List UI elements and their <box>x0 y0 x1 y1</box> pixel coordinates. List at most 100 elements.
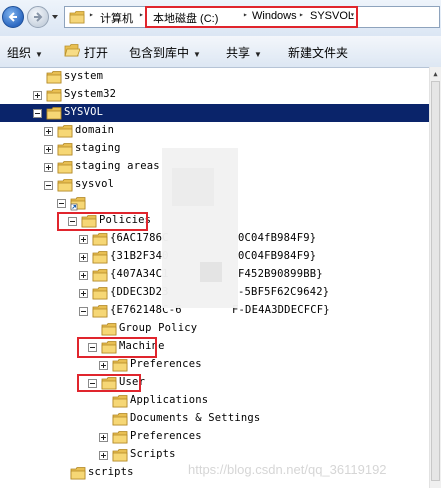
tree-item-label: SYSVOL <box>64 106 104 118</box>
tree-item-label: Group Policy <box>119 322 198 334</box>
blurred-region <box>200 262 222 282</box>
tree-item-label: Scripts <box>130 448 176 460</box>
folder-icon <box>92 251 108 264</box>
address-bar-area: ▸ 计算机 ▸ 本地磁盘 (C:) ▸ Windows ▸ SYSVOL ▾ <box>0 0 441 36</box>
chevron-down-icon: ▼ <box>254 50 262 59</box>
tree-item-label: sysvol <box>75 178 115 190</box>
chevron-down-icon: ▼ <box>193 50 201 59</box>
folder-icon <box>112 449 128 462</box>
watermark-text: https://blog.csdn.net/qq_36119192 <box>188 462 387 477</box>
tree-row[interactable]: Group Policy <box>0 320 429 338</box>
open-folder-icon[interactable] <box>64 43 80 58</box>
tree-item-label: system <box>64 70 104 82</box>
recent-pages-dropdown-icon[interactable] <box>51 13 59 21</box>
scroll-up-icon[interactable]: ▲ <box>430 68 441 80</box>
forward-button[interactable] <box>27 6 49 28</box>
tree-row[interactable]: Documents & Settings <box>0 410 429 428</box>
folder-icon <box>46 107 62 120</box>
forward-arrow-icon <box>34 12 43 22</box>
tree-row[interactable]: Preferences <box>0 428 429 446</box>
tree-item-label: Applications <box>130 394 209 406</box>
tree-row[interactable]: domain <box>0 122 429 140</box>
blurred-region <box>172 168 214 206</box>
folder-icon <box>57 179 73 192</box>
tree-item-label: staging areas <box>75 160 160 172</box>
share-menu[interactable]: 共享 ▼ <box>226 44 262 61</box>
tree-item-label-suffix: 0C04fB984F9} <box>238 232 317 244</box>
command-bar: 组织 ▼ 打开 包含到库中 ▼ 共享 ▼ 新建文件夹 <box>0 36 441 68</box>
folder-icon <box>70 467 86 480</box>
expand-icon[interactable] <box>79 253 88 262</box>
scrollbar-thumb[interactable] <box>431 81 440 481</box>
expand-icon[interactable] <box>99 433 108 442</box>
tree-item-label-suffix: F-DE4A3DDECFCF} <box>232 304 330 316</box>
organize-label: 组织 <box>7 46 32 60</box>
breadcrumb-computer[interactable]: 计算机 <box>100 10 133 26</box>
folder-icon <box>112 359 128 372</box>
tree-row[interactable]: Preferences <box>0 356 429 374</box>
tree-row[interactable]: User <box>0 374 429 392</box>
expand-icon[interactable] <box>99 451 108 460</box>
shortcut-folder-icon <box>70 197 86 211</box>
tree-item-label: {6AC1786C <box>110 232 169 244</box>
folder-icon <box>101 323 117 336</box>
folder-icon <box>92 269 108 282</box>
folder-icon <box>46 71 62 84</box>
tree-item-label: System32 <box>64 88 117 100</box>
tree-item-label: domain <box>75 124 115 136</box>
tree-item-label: {31B2F340 <box>110 250 169 262</box>
open-button[interactable]: 打开 <box>84 44 108 61</box>
annotation-highlight-user <box>77 374 141 392</box>
folder-icon <box>92 233 108 246</box>
tree-item-label: Preferences <box>130 430 202 442</box>
expand-icon[interactable] <box>44 145 53 154</box>
vertical-scrollbar[interactable]: ▲ <box>429 67 441 488</box>
folder-icon <box>57 125 73 138</box>
tree-row[interactable]: Applications <box>0 392 429 410</box>
folder-icon <box>69 11 85 24</box>
collapse-icon[interactable] <box>57 199 66 208</box>
tree-row[interactable]: System32 <box>0 86 429 104</box>
new-folder-button[interactable]: 新建文件夹 <box>288 44 348 61</box>
expand-icon[interactable] <box>44 127 53 136</box>
folder-icon <box>112 413 128 426</box>
include-in-library-label: 包含到库中 <box>129 46 190 60</box>
tree-item-label: Preferences <box>130 358 202 370</box>
folder-icon <box>92 287 108 300</box>
expand-icon[interactable] <box>44 163 53 172</box>
back-button[interactable] <box>2 6 24 28</box>
share-label: 共享 <box>226 46 251 60</box>
expand-icon[interactable] <box>79 289 88 298</box>
annotation-highlight-address <box>145 6 358 28</box>
tree-item-label: Documents & Settings <box>130 412 261 424</box>
chevron-down-icon: ▼ <box>35 50 43 59</box>
back-arrow-icon <box>8 12 17 22</box>
collapse-icon[interactable] <box>79 307 88 316</box>
tree-item-label-suffix: 0C04FB984F9} <box>238 250 317 262</box>
folder-icon <box>46 89 62 102</box>
collapse-icon[interactable] <box>44 181 53 190</box>
expand-icon[interactable] <box>99 361 108 370</box>
collapse-icon[interactable] <box>33 109 42 118</box>
tree-item-label: {DDEC3D23 <box>110 286 169 298</box>
tree-row[interactable]: SYSVOL <box>0 104 429 122</box>
expand-icon[interactable] <box>79 235 88 244</box>
breadcrumb-separator-icon[interactable]: ▸ <box>89 10 94 19</box>
tree-row[interactable]: system <box>0 68 429 86</box>
expand-icon[interactable] <box>79 271 88 280</box>
organize-menu[interactable]: 组织 ▼ <box>7 44 43 61</box>
breadcrumb-separator-icon[interactable]: ▸ <box>139 10 144 19</box>
tree-item-label-suffix: -5BF5F62C9642} <box>238 286 330 298</box>
folder-icon <box>92 305 108 318</box>
include-in-library-menu[interactable]: 包含到库中 ▼ <box>129 44 201 61</box>
folder-icon <box>112 431 128 444</box>
tree-item-label-suffix: F452B90899BB} <box>238 268 323 280</box>
tree-item-label: staging <box>75 142 121 154</box>
folder-icon <box>57 143 73 156</box>
tree-row[interactable]: Machine <box>0 338 429 356</box>
tree-item-label: {407A34C1 <box>110 268 169 280</box>
folder-icon <box>112 395 128 408</box>
folder-icon <box>57 161 73 174</box>
annotation-highlight-policies <box>57 212 148 231</box>
expand-icon[interactable] <box>33 91 42 100</box>
